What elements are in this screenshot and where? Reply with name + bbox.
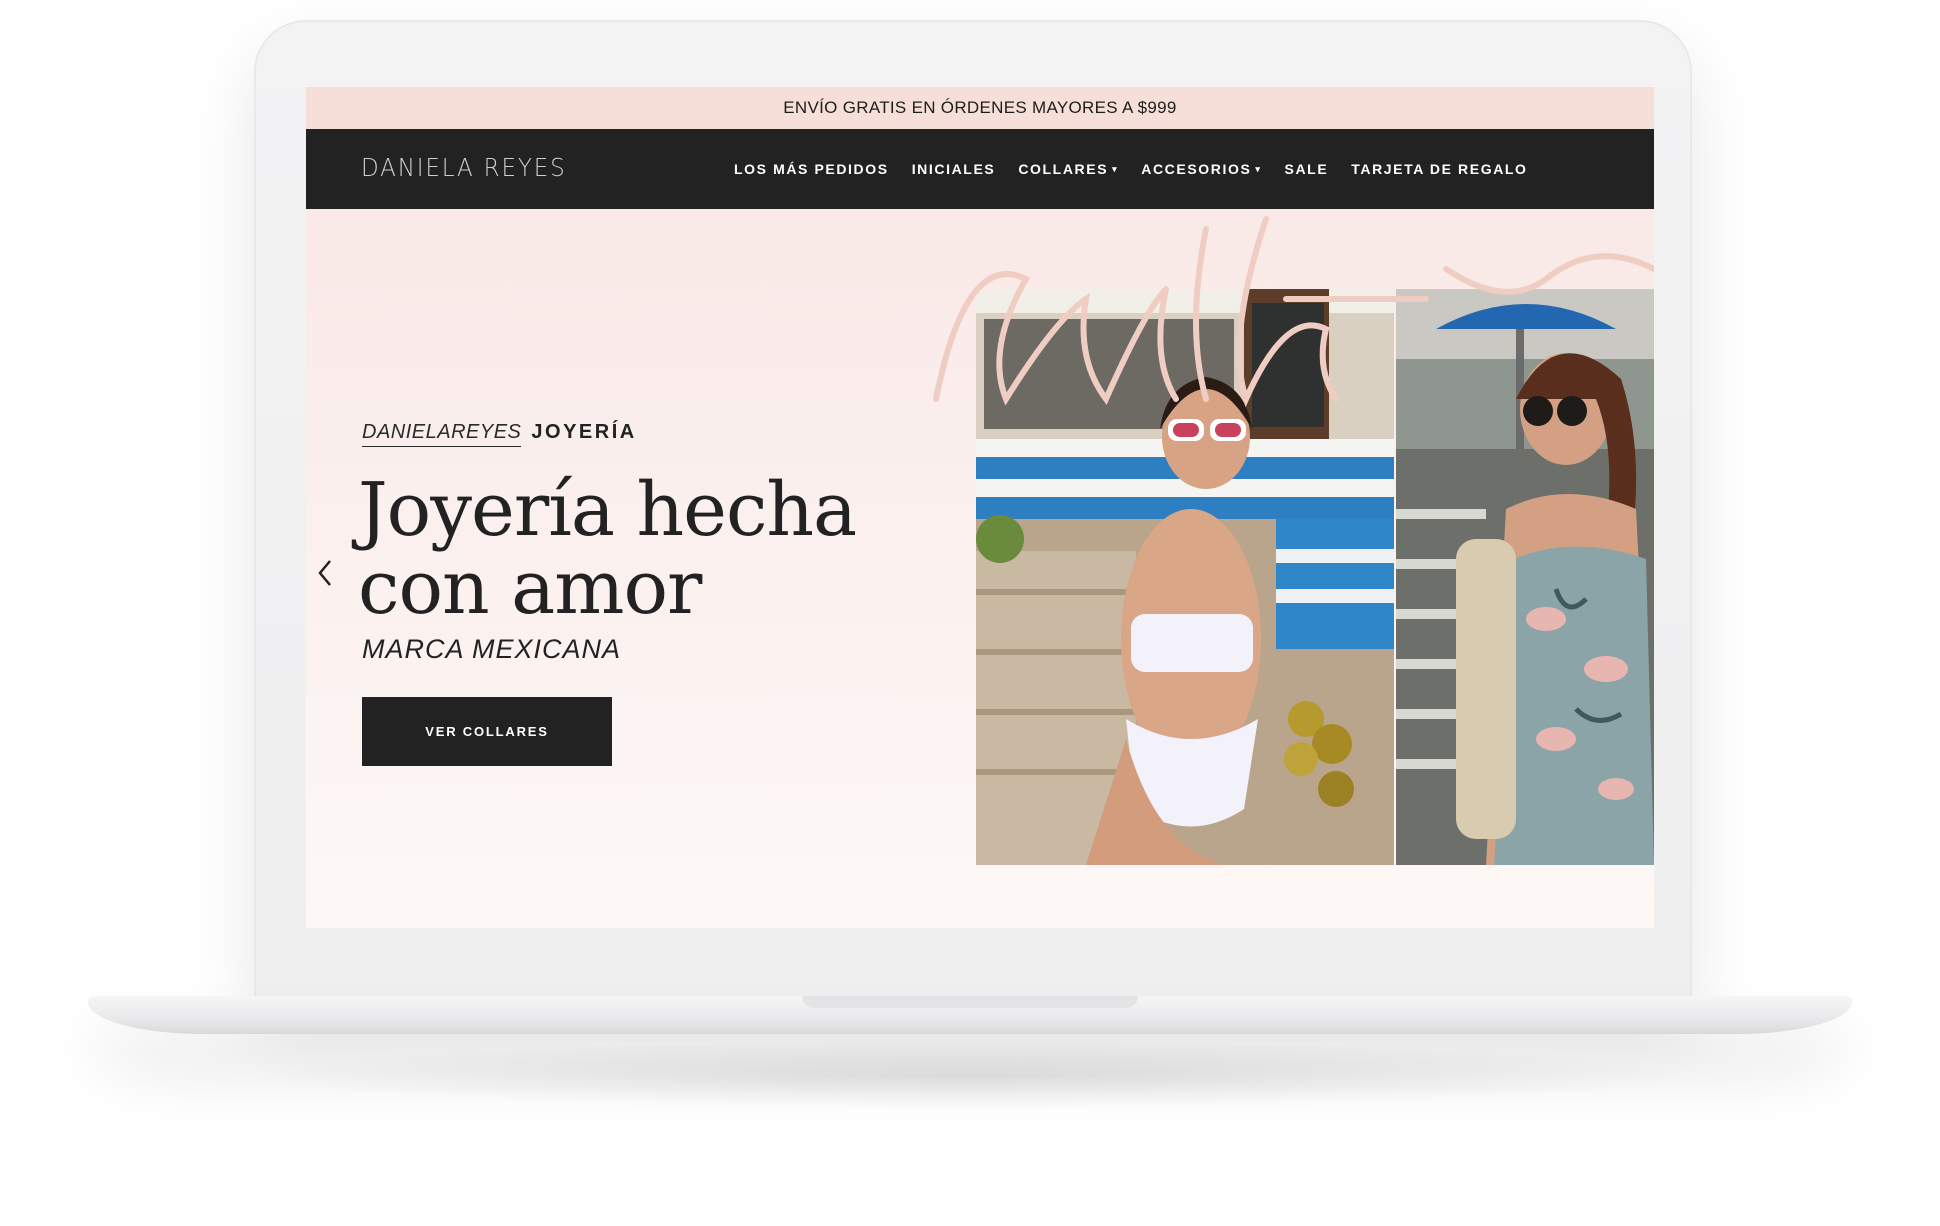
nav-item-iniciales[interactable]: INICIALES	[912, 161, 996, 177]
hero-slider: DANIELAREYES JOYERÍA Joyería hecha con a…	[306, 209, 1654, 928]
hero-photo-floral-dress	[1396, 289, 1654, 865]
chevron-left-icon	[318, 560, 331, 586]
nav-item-label: SALE	[1284, 161, 1329, 177]
hero-eyebrow: DANIELAREYES JOYERÍA	[362, 421, 637, 447]
hero-photo-bikini	[976, 289, 1394, 865]
nav-item-los-mas-pedidos[interactable]: LOS MÁS PEDIDOS	[734, 161, 889, 177]
laptop-notch	[802, 996, 1138, 1008]
announcement-bar: ENVÍO GRATIS EN ÓRDENES MAYORES A $999	[306, 87, 1654, 129]
nav-menu: LOS MÁS PEDIDOS INICIALES COLLARES ▾ ACC…	[734, 129, 1528, 209]
hero-headline: Joyería hecha con amor	[358, 467, 857, 631]
nav-item-collares[interactable]: COLLARES ▾	[1018, 161, 1118, 177]
website-screen: ENVÍO GRATIS EN ÓRDENES MAYORES A $999 D…	[306, 87, 1654, 928]
nav-item-label: ACCESORIOS	[1141, 161, 1252, 177]
nav-item-label: COLLARES	[1018, 161, 1109, 177]
nav-item-label: TARJETA DE REGALO	[1351, 161, 1528, 177]
eyebrow-brand: DANIELAREYES	[362, 421, 522, 447]
brand-logo[interactable]: DANIELA REYES	[361, 153, 567, 182]
main-navbar: DANIELA REYES LOS MÁS PEDIDOS INICIALES …	[306, 129, 1654, 209]
nav-item-label: INICIALES	[911, 161, 996, 177]
laptop-shadow	[240, 1040, 1700, 1110]
eyebrow-tag: JOYERÍA	[531, 421, 637, 443]
caret-down-icon: ▾	[1255, 163, 1262, 174]
nav-item-tarjeta-de-regalo[interactable]: TARJETA DE REGALO	[1351, 161, 1527, 177]
nav-item-accesorios[interactable]: ACCESORIOS ▾	[1141, 161, 1261, 177]
nav-item-sale[interactable]: SALE	[1285, 161, 1329, 177]
ver-collares-button[interactable]: VER COLLARES	[362, 697, 612, 766]
slider-prev-button[interactable]	[312, 553, 338, 593]
hero-subhead: MARCA MEXICANA	[362, 634, 622, 664]
caret-down-icon: ▾	[1112, 163, 1119, 174]
nav-item-label: LOS MÁS PEDIDOS	[734, 161, 889, 177]
